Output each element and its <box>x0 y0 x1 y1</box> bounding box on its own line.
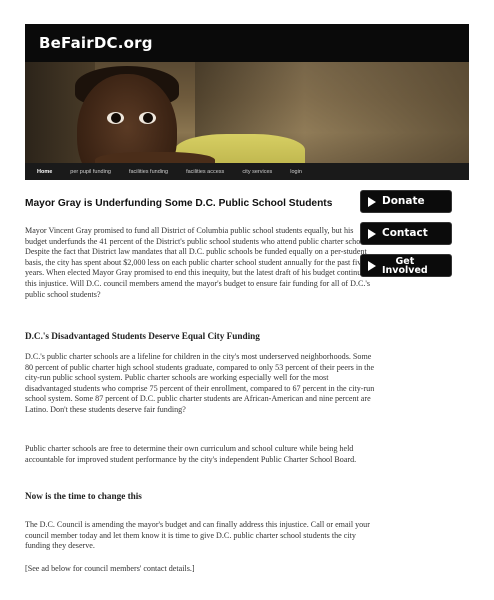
paragraph-see-ad: [See ad below for council members' conta… <box>25 564 195 573</box>
nav-item-home[interactable]: Home <box>37 169 52 175</box>
donate-label: Donate <box>382 195 425 207</box>
nav-item-login[interactable]: login <box>290 169 302 175</box>
site-header: BeFairDC.org Home per pupil funding faci… <box>25 24 469 180</box>
donate-button[interactable]: Donate <box>360 190 452 213</box>
paragraph-lifeline: D.C.'s public charter schools are a life… <box>25 352 375 414</box>
nav-item-per-pupil-funding[interactable]: per pupil funding <box>70 169 111 175</box>
paragraph-free-curriculum: Public charter schools are free to deter… <box>25 444 357 464</box>
section-heading-change: Now is the time to change this <box>25 491 142 501</box>
logo-bar: BeFairDC.org <box>25 24 469 62</box>
play-arrow-icon <box>368 260 376 271</box>
play-arrow-icon <box>368 196 376 207</box>
hero-banner-image <box>25 62 469 163</box>
site-logo[interactable]: BeFairDC.org <box>39 34 153 52</box>
main-nav: Home per pupil funding facilities fundin… <box>25 163 469 180</box>
nav-item-facilities-funding[interactable]: facilities funding <box>129 169 168 175</box>
intro-paragraph: Mayor Vincent Gray promised to fund all … <box>25 226 372 299</box>
page-title: Mayor Gray is Underfunding Some D.C. Pub… <box>25 198 333 209</box>
nav-item-facilities-access[interactable]: facilities access <box>186 169 224 175</box>
contact-button[interactable]: Contact <box>360 222 452 245</box>
section-heading-disadvantaged: D.C.'s Disadvantaged Students Deserve Eq… <box>25 331 260 341</box>
paragraph-council: The D.C. Council is amending the mayor's… <box>25 520 370 551</box>
play-arrow-icon <box>368 228 376 239</box>
contact-label: Contact <box>382 227 428 239</box>
nav-item-city-services[interactable]: city services <box>242 169 272 175</box>
get-involved-label: Get Involved <box>382 255 428 276</box>
page-container: BeFairDC.org Home per pupil funding faci… <box>25 24 469 180</box>
get-involved-button[interactable]: Get Involved <box>360 254 452 277</box>
